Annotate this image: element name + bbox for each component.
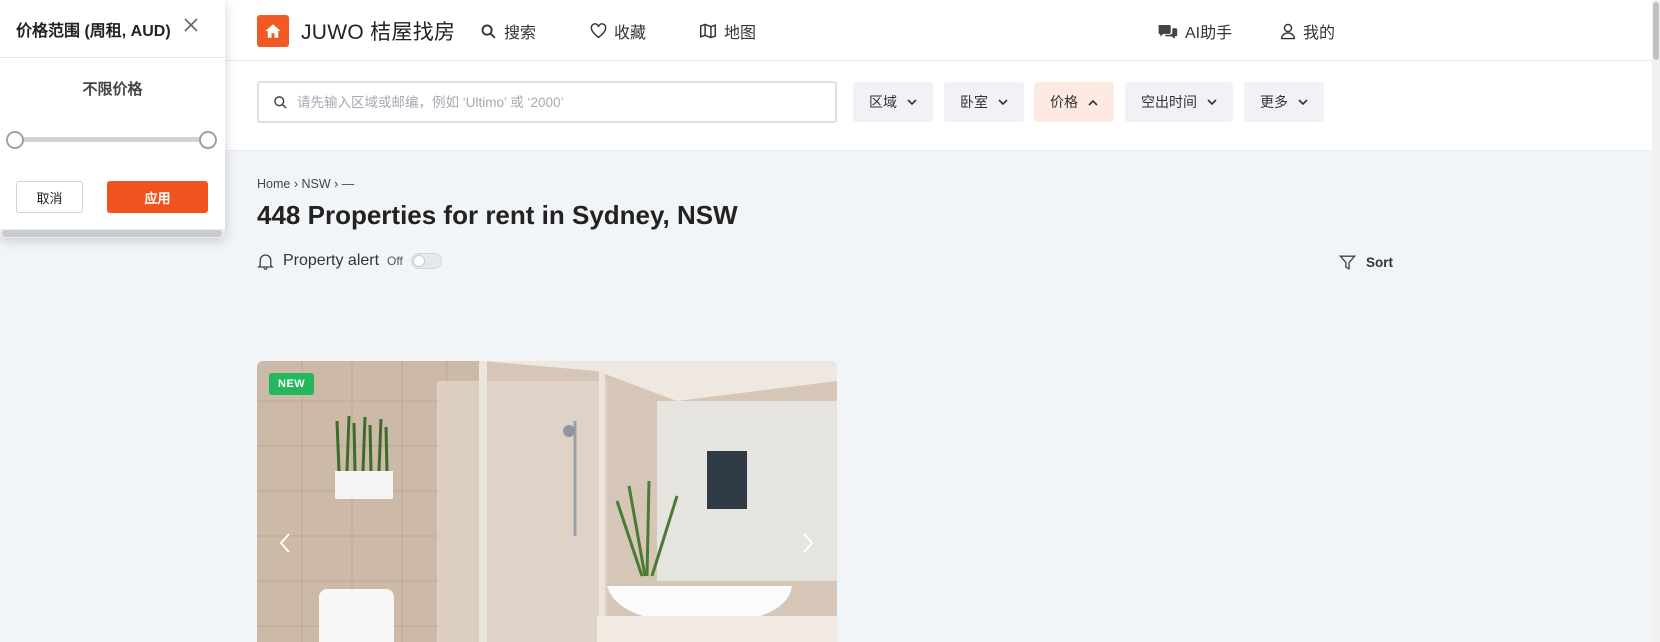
close-icon <box>184 18 198 32</box>
chevron-down-icon <box>907 98 917 105</box>
filter-funnel-icon <box>1338 255 1357 270</box>
breadcrumb[interactable]: Home › NSW › — <box>257 177 354 191</box>
carousel-prev-button[interactable] <box>279 533 291 558</box>
filter-more-label: 更多 <box>1260 94 1288 110</box>
filter-bar: 区域 卧室 价格 空出时间 更多 <box>0 61 1652 150</box>
listing-card-image[interactable]: NEW <box>257 361 837 642</box>
map-icon <box>700 23 716 39</box>
cancel-button[interactable]: 取消 <box>16 181 83 213</box>
new-badge: NEW <box>269 373 315 395</box>
popup-title: 价格范围 (周租, AUD) <box>16 22 171 40</box>
user-icon <box>1280 23 1296 39</box>
filter-price-label: 价格 <box>1050 94 1078 110</box>
alert-label: Property alert <box>283 252 380 269</box>
listing-photo <box>257 361 837 642</box>
page-title: 448 Properties for rent in Sydney, NSW <box>257 200 738 230</box>
carousel-next-button[interactable] <box>802 533 814 558</box>
filter-area-label: 区域 <box>869 94 897 110</box>
search-input[interactable] <box>297 94 817 110</box>
search-icon <box>481 24 496 39</box>
popup-scrollbar-thumb[interactable] <box>2 230 222 237</box>
popup-horizontal-scrollbar[interactable] <box>0 229 225 238</box>
nav-me[interactable]: 我的 <box>1280 19 1335 43</box>
chevron-down-icon <box>1298 98 1308 105</box>
price-range-popup: 价格范围 (周租, AUD) 不限价格 取消 应用 <box>0 0 225 238</box>
chevron-left-icon <box>279 533 290 553</box>
chevron-right-icon <box>803 533 814 553</box>
heart-icon <box>590 23 607 39</box>
nav-search[interactable]: 搜索 <box>480 19 536 43</box>
page-scrollbar-thumb[interactable] <box>1653 2 1659 60</box>
chevron-down-icon <box>998 98 1008 105</box>
price-slider-max-handle[interactable] <box>199 131 217 149</box>
filter-availability-button[interactable]: 空出时间 <box>1125 82 1233 122</box>
nav-map[interactable]: 地图 <box>699 19 756 43</box>
page-scrollbar[interactable] <box>1652 0 1660 642</box>
nav-ai-assistant[interactable]: AI助手 <box>1157 19 1232 43</box>
chat-icon <box>1158 24 1178 39</box>
filter-bedroom-button[interactable]: 卧室 <box>944 82 1024 122</box>
property-alert: Property alert Off <box>257 252 442 270</box>
top-header: JUWO 桔屋找房 搜索 收藏 地图 AI助手 我的 <box>0 0 1652 61</box>
nav-favorites[interactable]: 收藏 <box>590 19 646 43</box>
bell-icon <box>257 254 274 270</box>
price-slider-track[interactable] <box>15 137 208 142</box>
nav-me-label: 我的 <box>1303 25 1336 42</box>
filter-more-button[interactable]: 更多 <box>1244 82 1324 122</box>
search-icon <box>274 95 287 109</box>
brand-name: JUWO 桔屋找房 <box>301 21 456 44</box>
filter-availability-label: 空出时间 <box>1141 94 1197 110</box>
nav-search-label: 搜索 <box>504 25 537 42</box>
toggle-knob <box>412 255 425 267</box>
chevron-up-icon <box>1088 99 1098 106</box>
search-box[interactable] <box>257 81 837 123</box>
filter-area-button[interactable]: 区域 <box>853 82 933 122</box>
apply-button[interactable]: 应用 <box>107 181 208 213</box>
close-button[interactable] <box>184 18 198 37</box>
filter-bedroom-label: 卧室 <box>960 94 988 110</box>
filter-price-button[interactable]: 价格 <box>1034 82 1114 122</box>
nav-favorites-label: 收藏 <box>614 25 647 42</box>
alert-state: Off <box>387 254 403 268</box>
nav-ai-label: AI助手 <box>1185 25 1233 42</box>
sort-button[interactable]: Sort <box>1338 253 1393 272</box>
brand-logo[interactable]: JUWO 桔屋找房 <box>257 15 455 47</box>
home-icon <box>257 15 289 47</box>
chevron-down-icon <box>1207 98 1217 105</box>
sort-label: Sort <box>1366 255 1393 270</box>
price-summary: 不限价格 <box>82 81 143 98</box>
nav-map-label: 地图 <box>724 25 757 42</box>
price-slider-min-handle[interactable] <box>6 131 24 149</box>
alert-toggle[interactable] <box>410 253 442 269</box>
